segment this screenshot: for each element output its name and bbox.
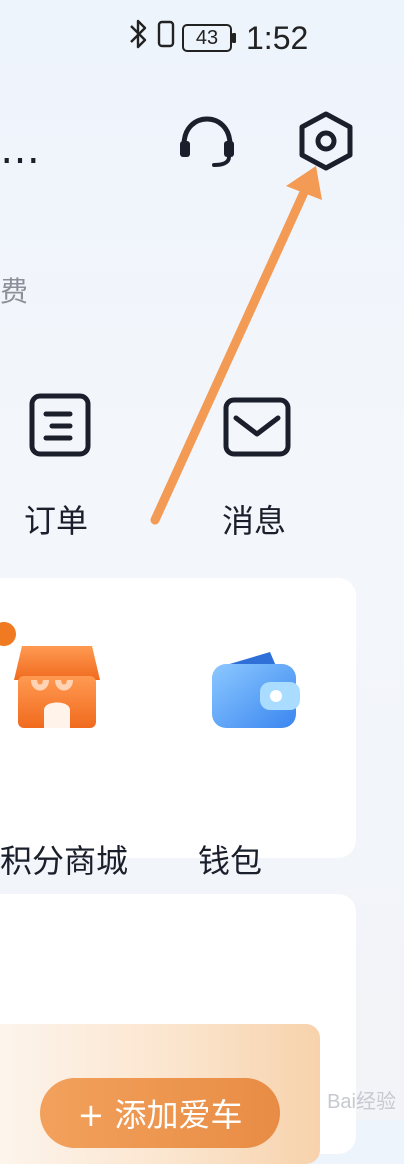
annotation-arrow bbox=[150, 166, 322, 525]
